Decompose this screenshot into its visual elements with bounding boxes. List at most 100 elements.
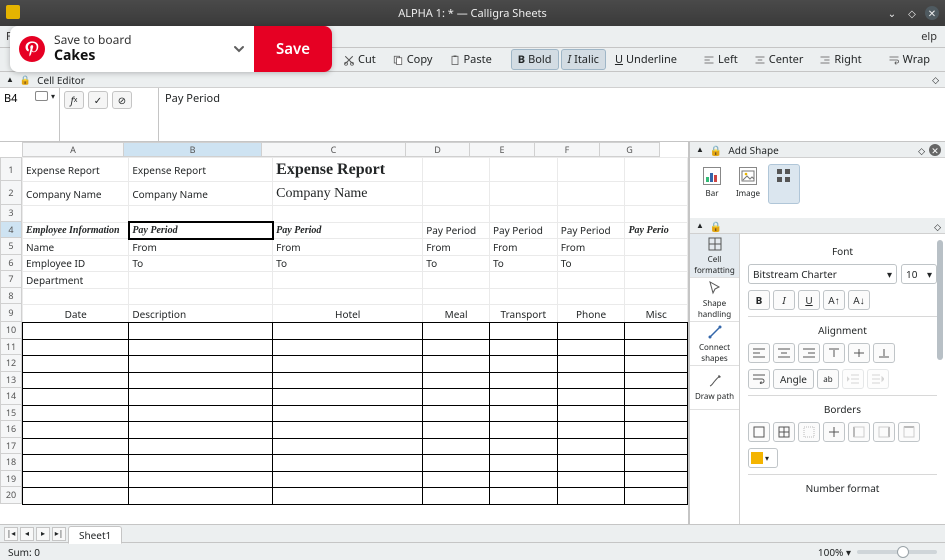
shape-image[interactable]: Image — [732, 164, 764, 204]
panel-close-icon[interactable]: ✕ — [929, 144, 941, 156]
scrollbar[interactable] — [937, 240, 943, 360]
bold-toggle[interactable]: B — [748, 290, 770, 310]
align-right-button[interactable]: Right — [812, 49, 868, 70]
cell[interactable]: Employee Information — [23, 222, 129, 239]
zoom-slider[interactable] — [857, 550, 937, 554]
function-button[interactable]: fx — [64, 91, 84, 109]
underline-toggle[interactable]: U — [798, 290, 820, 310]
border-inside[interactable] — [823, 422, 845, 442]
formula-input[interactable]: Pay Period — [159, 88, 945, 141]
tab-nav-last[interactable]: ▸| — [52, 527, 66, 541]
italic-button[interactable]: IItalic — [561, 49, 606, 70]
cell-editor: ▾ fx ✓ ⊘ Pay Period — [0, 88, 945, 142]
tab-cell-formatting[interactable]: Cell formatting — [690, 234, 739, 278]
pinterest-board-name: Cakes — [54, 48, 224, 65]
valign-top[interactable] — [823, 343, 845, 363]
collapse-icon[interactable]: ▲ — [696, 144, 704, 155]
sheet-tab-bar: |◂ ◂ ▸ ▸| Sheet1 — [0, 524, 945, 542]
panel-float-icon[interactable]: ◇ — [918, 144, 925, 157]
col-G[interactable]: G — [600, 142, 660, 157]
font-size-select[interactable]: 10▾ — [901, 264, 937, 284]
vertical-text[interactable]: ab — [817, 369, 839, 389]
copy-button[interactable]: Copy — [385, 49, 440, 70]
tab-nav-first[interactable]: |◂ — [4, 527, 18, 541]
underline-button[interactable]: UUnderline — [608, 49, 684, 70]
shape-bar-chart[interactable]: Bar — [696, 164, 728, 204]
active-cell[interactable]: Pay Period — [129, 222, 273, 239]
add-shape-header: ▲ 🔒 Add Shape ◇✕ — [690, 142, 945, 158]
bold-button[interactable]: BBold — [511, 49, 559, 70]
tool-tabs: Cell formatting Shape handling Connect s… — [690, 234, 740, 524]
zoom-level[interactable]: 100% ▾ — [818, 545, 851, 559]
wrap-button[interactable]: Wrap — [881, 49, 937, 70]
cell-reference-box[interactable]: ▾ — [0, 88, 60, 141]
lock-icon: 🔒 — [20, 73, 31, 86]
minimize-button[interactable]: ⌄ — [885, 6, 899, 20]
indent-increase[interactable] — [867, 369, 889, 389]
angle-button[interactable]: Angle — [773, 369, 814, 389]
border-outline[interactable] — [748, 422, 770, 442]
font-family-select[interactable]: Bitstream Charter▾ — [748, 264, 897, 284]
cell[interactable]: Expense Report — [129, 158, 273, 182]
cell[interactable]: Company Name — [273, 182, 423, 206]
col-F[interactable]: F — [535, 142, 600, 157]
cut-button[interactable]: Cut — [336, 49, 383, 70]
align-center[interactable] — [773, 343, 795, 363]
cell[interactable]: Pay Period — [273, 222, 423, 239]
collapse-icon[interactable]: ▲ — [6, 74, 14, 85]
align-left[interactable] — [748, 343, 770, 363]
border-left[interactable] — [848, 422, 870, 442]
indent-decrease[interactable] — [842, 369, 864, 389]
tab-nav-prev[interactable]: ◂ — [20, 527, 34, 541]
border-all[interactable] — [773, 422, 795, 442]
number-format-caption: Number format — [748, 481, 937, 495]
column-headers[interactable]: A B C D E F G — [22, 142, 688, 157]
menu-help[interactable]: elp — [921, 29, 937, 44]
align-center-button[interactable]: Center — [747, 49, 811, 70]
panel-close-icon[interactable]: ◇ — [932, 73, 939, 86]
panel-float-icon[interactable]: ◇ — [934, 220, 941, 233]
borders-caption: Borders — [748, 402, 937, 416]
chevron-down-icon: ▾ — [765, 453, 769, 464]
accept-button[interactable]: ✓ — [88, 91, 108, 109]
cell-reference-input[interactable] — [4, 91, 32, 106]
font-increase[interactable]: A↑ — [823, 290, 845, 310]
italic-toggle[interactable]: I — [773, 290, 795, 310]
tab-nav-next[interactable]: ▸ — [36, 527, 50, 541]
col-E[interactable]: E — [470, 142, 535, 157]
wrap-toggle[interactable] — [748, 369, 770, 389]
border-top[interactable] — [898, 422, 920, 442]
paste-button[interactable]: Paste — [442, 49, 499, 70]
cell[interactable]: Company Name — [23, 182, 129, 206]
close-button[interactable]: ✕ — [925, 6, 939, 20]
align-left-button[interactable]: Left — [696, 49, 745, 70]
valign-middle[interactable] — [848, 343, 870, 363]
align-right[interactable] — [798, 343, 820, 363]
collapse-icon[interactable]: ▲ — [696, 220, 704, 231]
shape-more[interactable] — [768, 164, 800, 204]
spreadsheet-grid[interactable]: A B C D E F G 1 2 3 4 5 6 7 8 9 10 11 12… — [0, 142, 689, 524]
col-C[interactable]: C — [262, 142, 406, 157]
maximize-button[interactable]: ◇ — [905, 6, 919, 20]
col-B[interactable]: B — [124, 142, 262, 157]
font-decrease[interactable]: A↓ — [848, 290, 870, 310]
tab-connect-shapes[interactable]: Connect shapes — [690, 322, 739, 366]
border-none[interactable] — [798, 422, 820, 442]
tab-draw-path[interactable]: Draw path — [690, 366, 739, 410]
col-A[interactable]: A — [22, 142, 124, 157]
cancel-button[interactable]: ⊘ — [112, 91, 132, 109]
tab-shape-handling[interactable]: Shape handling — [690, 278, 739, 322]
valign-bottom[interactable] — [873, 343, 895, 363]
border-color[interactable]: ▾ — [748, 448, 778, 468]
chevron-down-icon[interactable]: ▾ — [51, 91, 55, 102]
cell[interactable]: Expense Report — [273, 158, 423, 182]
sheet-tab[interactable]: Sheet1 — [68, 526, 122, 544]
cell[interactable]: Company Name — [129, 182, 273, 206]
pinterest-save-button[interactable]: Save — [254, 26, 332, 72]
pinterest-board-dropdown[interactable] — [224, 41, 254, 57]
row-headers[interactable]: 1 2 3 4 5 6 7 8 9 10 11 12 13 14 15 16 1… — [0, 157, 22, 504]
cell[interactable]: Expense Report — [23, 158, 129, 182]
name-box-icon[interactable] — [35, 91, 48, 101]
border-right[interactable] — [873, 422, 895, 442]
col-D[interactable]: D — [406, 142, 470, 157]
